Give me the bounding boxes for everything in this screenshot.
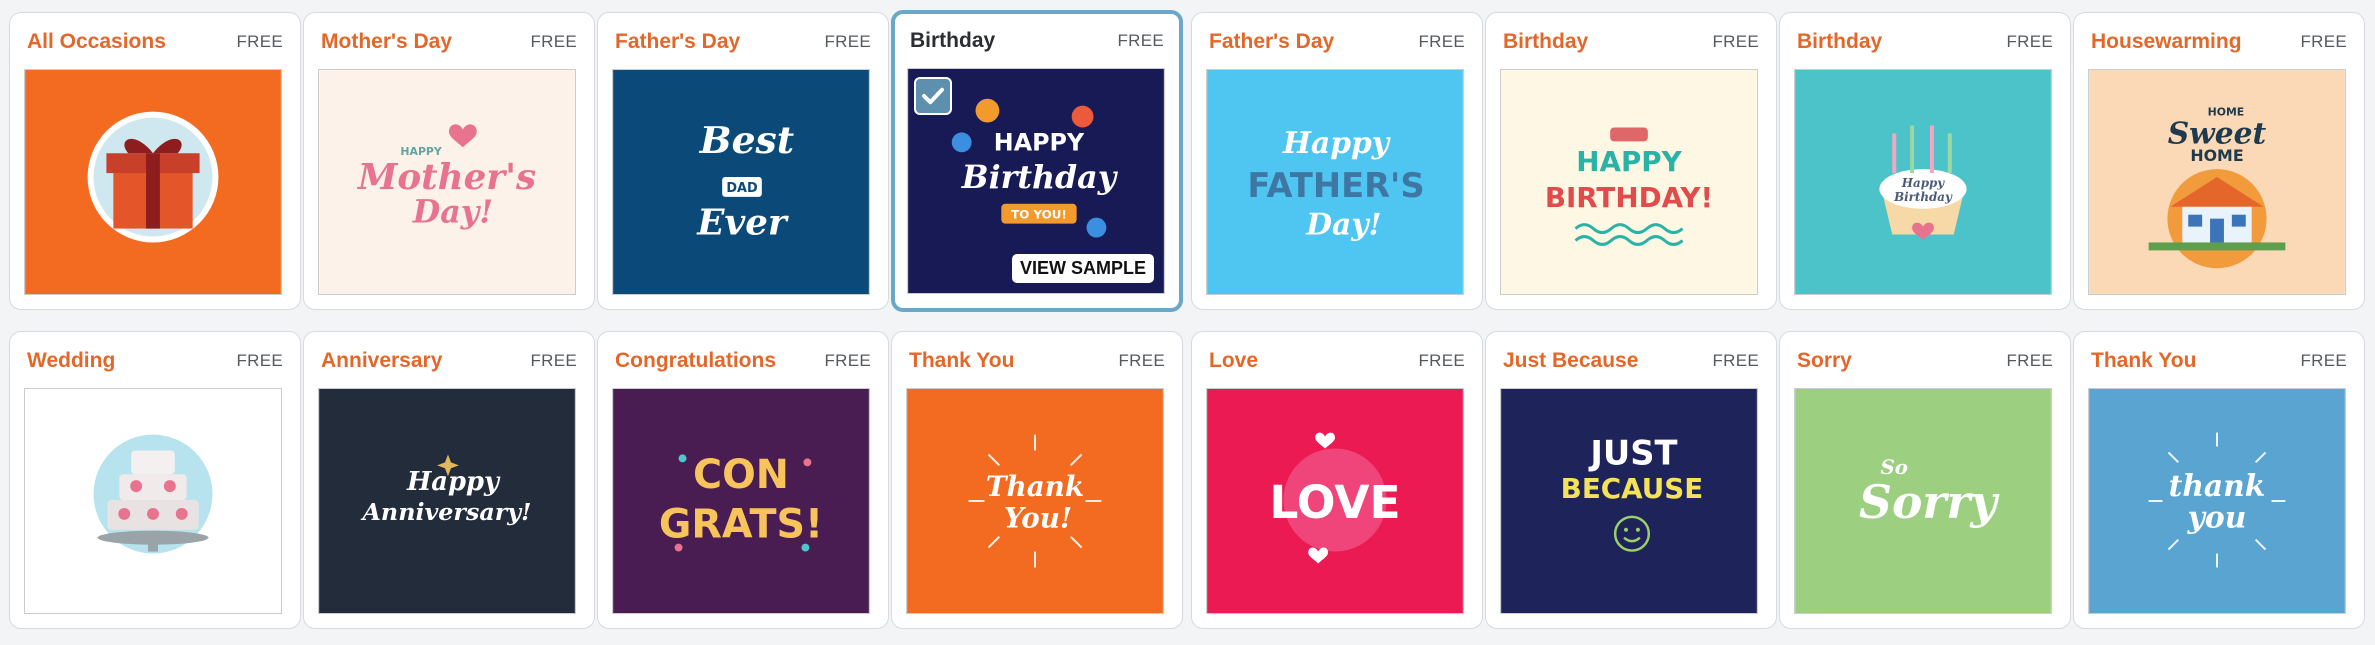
card-all-occasions[interactable]: All Occasions FREE (9, 12, 301, 310)
svg-text:Day!: Day! (1305, 208, 1381, 243)
occasion-card-grid: All Occasions FREE Mother's Day FREE HAP… (0, 0, 2375, 645)
card-title: Birthday (910, 29, 996, 52)
card-image: HAPPY Mother's Day! (318, 69, 576, 295)
card-wedding[interactable]: Wedding FREE (9, 331, 301, 629)
price-label: FREE (1712, 32, 1759, 51)
card-thank-you[interactable]: Thank You FREE Thank You! (891, 331, 1183, 629)
card-image (24, 388, 282, 614)
price-label: FREE (1418, 351, 1465, 370)
card-congratulations[interactable]: Congratulations FREE CON GRATS! (597, 331, 889, 629)
card-image: HOME Sweet HOME (2088, 69, 2346, 295)
card-image: thank you (2088, 388, 2346, 614)
svg-text:Anniversary!: Anniversary! (360, 498, 531, 526)
card-just-because[interactable]: Just Because FREE JUST BECAUSE (1485, 331, 1777, 629)
card-title: Congratulations (615, 349, 776, 372)
price-label: FREE (2300, 351, 2347, 370)
card-title: Birthday (1797, 30, 1883, 53)
svg-text:Happy: Happy (406, 467, 501, 497)
card-image: Best DAD Ever (612, 69, 870, 295)
svg-text:Thank: Thank (986, 470, 1084, 503)
svg-text:Birthday: Birthday (961, 159, 1119, 196)
card-title: Anniversary (321, 349, 443, 372)
svg-text:BIRTHDAY!: BIRTHDAY! (1545, 181, 1713, 214)
card-fathers-day[interactable]: Father's Day FREE Best DAD Ever (597, 12, 889, 310)
svg-text:JUST: JUST (1588, 433, 1677, 472)
svg-text:Sorry: Sorry (1859, 475, 2000, 529)
price-label: FREE (2300, 32, 2347, 51)
card-title: Sorry (1797, 349, 1852, 372)
wedding-cake-icon (131, 450, 175, 475)
price-label: FREE (1118, 351, 1165, 370)
card-title: Thank You (909, 349, 1015, 372)
svg-text:DAD: DAD (726, 181, 758, 196)
checkmark-icon (922, 87, 944, 105)
card-birthday-3[interactable]: Birthday FREE Happy Birthday (1779, 12, 2071, 310)
card-image: CON GRATS! (612, 388, 870, 614)
svg-text:BECAUSE: BECAUSE (1561, 472, 1704, 505)
card-title: Father's Day (1209, 30, 1335, 53)
gift-box-icon (25, 70, 281, 294)
svg-text:LOVE: LOVE (1269, 476, 1400, 529)
card-birthday-selected[interactable]: Birthday FREE HAPPY Birthday TO YOU! VIE… (891, 10, 1183, 312)
card-thank-you-2[interactable]: Thank You FREE thank you (2073, 331, 2365, 629)
svg-text:Best: Best (699, 118, 795, 162)
card-image: Thank You! (906, 388, 1164, 614)
price-label: FREE (530, 32, 577, 51)
card-image: Happy Birthday (1794, 69, 2052, 295)
card-title: Just Because (1503, 349, 1639, 372)
card-image: HAPPY Birthday TO YOU! VIEW SAMPLE (907, 68, 1165, 294)
svg-text:you: you (2187, 501, 2247, 536)
card-image: So Sorry (1794, 388, 2052, 614)
card-title: Housewarming (2091, 30, 2242, 53)
svg-text:Happy: Happy (1901, 176, 1946, 190)
svg-text:You!: You! (1004, 502, 1072, 535)
card-title: Father's Day (615, 30, 741, 53)
svg-text:thank: thank (2169, 469, 2266, 504)
view-sample-button[interactable]: VIEW SAMPLE (1011, 254, 1154, 283)
price-label: FREE (2006, 351, 2053, 370)
card-title: Mother's Day (321, 30, 453, 53)
card-mothers-day[interactable]: Mother's Day FREE HAPPY Mother's Day! (303, 12, 595, 310)
price-label: FREE (824, 32, 871, 51)
card-birthday-2[interactable]: Birthday FREE HAPPY BIRTHDAY! (1485, 12, 1777, 310)
cake-icon (1610, 127, 1648, 142)
card-title: Love (1209, 349, 1259, 372)
svg-text:HAPPY: HAPPY (1576, 145, 1682, 178)
svg-text:TO YOU!: TO YOU! (1011, 208, 1067, 222)
card-image: Happy Anniversary! (318, 388, 576, 614)
svg-text:Mother's: Mother's (356, 156, 536, 198)
price-label: FREE (236, 351, 283, 370)
card-anniversary[interactable]: Anniversary FREE Happy Anniversary! (303, 331, 595, 629)
card-sorry[interactable]: Sorry FREE So Sorry (1779, 331, 2071, 629)
selected-checkbox[interactable] (914, 77, 952, 115)
card-title: Birthday (1503, 30, 1589, 53)
svg-text:GRATS!: GRATS! (659, 502, 823, 548)
price-label: FREE (236, 32, 283, 51)
svg-text:Ever: Ever (696, 202, 789, 244)
card-title: Wedding (27, 349, 116, 372)
card-fathers-day-2[interactable]: Father's Day FREE Happy FATHER'S Day! (1191, 12, 1483, 310)
card-image: JUST BECAUSE (1500, 388, 1758, 614)
price-label: FREE (1117, 31, 1164, 50)
price-label: FREE (530, 351, 577, 370)
card-image (24, 69, 282, 295)
svg-text:Day!: Day! (412, 194, 493, 231)
price-label: FREE (1712, 351, 1759, 370)
card-love[interactable]: Love FREE LOVE (1191, 331, 1483, 629)
card-title: Thank You (2091, 349, 2197, 372)
svg-text:HOME: HOME (2190, 146, 2243, 165)
card-image: LOVE (1206, 388, 1464, 614)
svg-text:CON: CON (693, 452, 789, 498)
svg-text:HAPPY: HAPPY (994, 128, 1085, 156)
svg-text:Happy: Happy (1282, 126, 1391, 161)
price-label: FREE (2006, 32, 2053, 51)
card-image: HAPPY BIRTHDAY! (1500, 69, 1758, 295)
card-image: Happy FATHER'S Day! (1206, 69, 1464, 295)
svg-text:FATHER'S: FATHER'S (1247, 166, 1424, 205)
price-label: FREE (1418, 32, 1465, 51)
card-title: All Occasions (27, 30, 166, 53)
svg-text:Birthday: Birthday (1893, 190, 1953, 204)
price-label: FREE (824, 351, 871, 370)
card-housewarming[interactable]: Housewarming FREE HOME Sweet HOME (2073, 12, 2365, 310)
